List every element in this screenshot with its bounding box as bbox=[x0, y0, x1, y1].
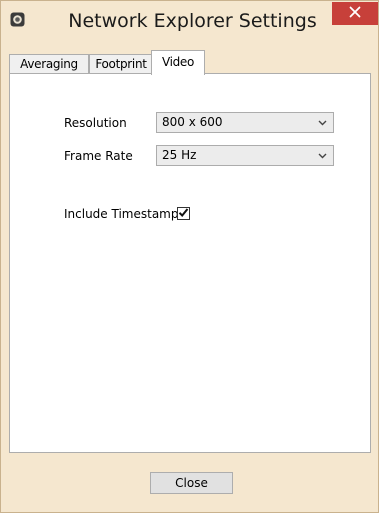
close-icon bbox=[349, 5, 361, 23]
frame-rate-label: Frame Rate bbox=[64, 149, 133, 163]
include-timestamp-checkbox[interactable] bbox=[177, 207, 190, 220]
include-timestamp-label: Include Timestamp bbox=[64, 207, 179, 221]
close-button[interactable]: Close bbox=[150, 472, 233, 494]
frame-rate-value: 25 Hz bbox=[162, 148, 197, 162]
chevron-down-icon bbox=[317, 146, 327, 165]
frame-rate-dropdown[interactable]: 25 Hz bbox=[156, 145, 334, 166]
tab-video[interactable]: Video bbox=[151, 50, 205, 75]
chevron-down-icon bbox=[317, 113, 327, 132]
tab-averaging[interactable]: Averaging bbox=[9, 54, 89, 73]
title-bar[interactable]: Network Explorer Settings bbox=[1, 1, 378, 39]
video-tab-panel: Resolution 800 x 600 Frame Rate 25 Hz In… bbox=[9, 73, 371, 453]
tab-footprint[interactable]: Footprint bbox=[89, 54, 153, 73]
check-icon bbox=[178, 205, 189, 223]
resolution-value: 800 x 600 bbox=[162, 115, 223, 129]
resolution-dropdown[interactable]: 800 x 600 bbox=[156, 112, 334, 133]
settings-window: Network Explorer Settings Averaging Foot… bbox=[0, 0, 379, 513]
resolution-label: Resolution bbox=[64, 116, 127, 130]
window-close-button[interactable] bbox=[332, 2, 378, 25]
window-title: Network Explorer Settings bbox=[68, 10, 317, 32]
tab-strip: Averaging Footprint Video bbox=[9, 50, 369, 75]
